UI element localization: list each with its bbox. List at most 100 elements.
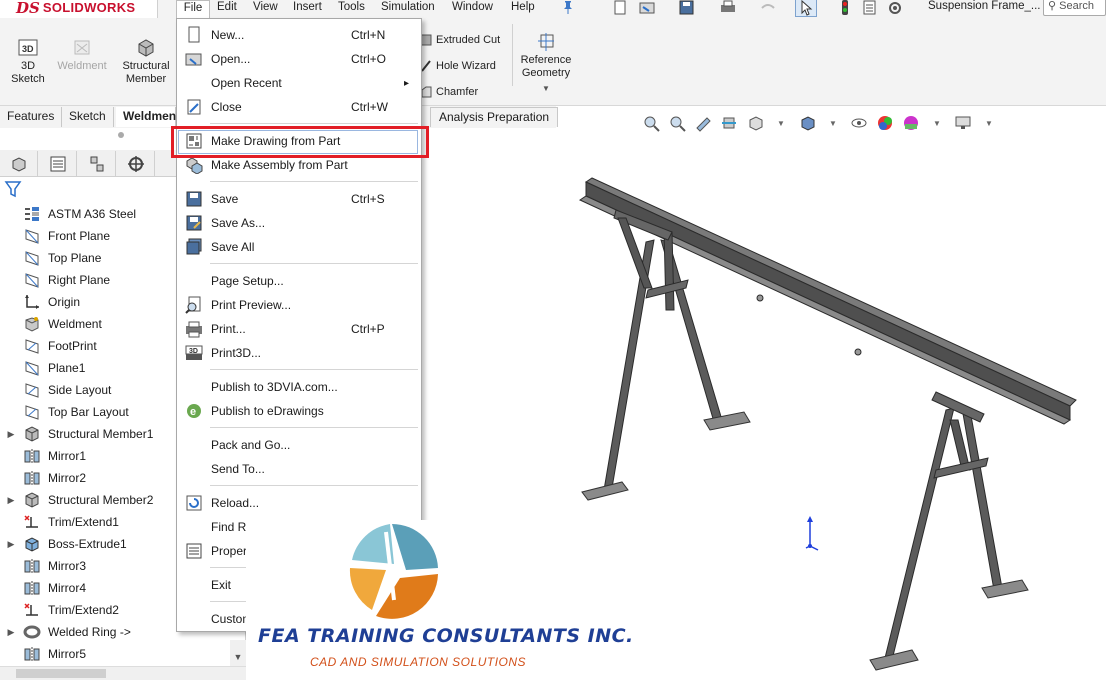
tree-item-label: Plane1: [48, 361, 86, 375]
menu-item-close[interactable]: Close Ctrl+W: [177, 95, 421, 119]
scroll-down-icon[interactable]: ▼: [230, 652, 246, 662]
menu-window[interactable]: Window: [447, 0, 498, 18]
extruded-cut-button[interactable]: Extruded Cut: [420, 30, 500, 50]
origin-icon: [22, 293, 42, 311]
chamfer-button[interactable]: Chamfer: [420, 82, 478, 102]
display-style-dropdown-icon[interactable]: ▼: [822, 113, 844, 133]
menu-item-pack-and-go[interactable]: Pack and Go...: [177, 433, 421, 457]
view-orientation-icon[interactable]: [744, 113, 766, 133]
apply-scene-icon[interactable]: [900, 113, 922, 133]
menu-item-publish-to-edrawings[interactable]: e Publish to eDrawings: [177, 399, 421, 423]
menu-icon-placeholder: [177, 607, 211, 631]
reference-geometry-button[interactable]: Reference Geometry ▼: [516, 32, 576, 95]
weldment-icon: [22, 315, 42, 333]
menu-item-print[interactable]: Print... Ctrl+P: [177, 317, 421, 341]
undo-icon[interactable]: [758, 0, 778, 17]
menu-item-open-recent[interactable]: Open Recent ▸: [177, 71, 421, 95]
tree-item-label: Boss-Extrude1: [48, 537, 127, 551]
extruded-cut-label: Extruded Cut: [436, 34, 501, 46]
menu-item-open[interactable]: Open... Ctrl+O: [177, 47, 421, 71]
open-document-icon[interactable]: [638, 0, 658, 17]
select-cursor-icon[interactable]: [795, 0, 817, 17]
tree-item-label: Welded Ring ->: [48, 625, 131, 639]
section-view-icon[interactable]: [718, 113, 740, 133]
menu-item-save[interactable]: Save Ctrl+S: [177, 187, 421, 211]
right-front-leg: [883, 407, 955, 663]
menu-item-save-as[interactable]: Save As...: [177, 211, 421, 235]
hole-wizard-button[interactable]: Hole Wizard: [420, 56, 496, 76]
tree-item-label: Mirror1: [48, 449, 86, 463]
menu-item-reload[interactable]: Reload...: [177, 491, 421, 515]
3d-sketch-button[interactable]: 3D 3D Sketch: [6, 38, 50, 86]
save-icon: [177, 187, 211, 211]
file-properties-icon[interactable]: [862, 0, 878, 17]
menu-icon-placeholder: [177, 433, 211, 457]
edit-appearance-icon[interactable]: [874, 113, 896, 133]
dimxpert-tab-icon[interactable]: [117, 151, 155, 176]
chamfer-label: Chamfer: [436, 86, 479, 98]
save-toolbar-icon[interactable]: [678, 0, 696, 17]
reference-geometry-dropdown-icon[interactable]: ▼: [516, 82, 576, 95]
previous-view-icon[interactable]: [692, 113, 714, 133]
menu-simulation[interactable]: Simulation: [376, 0, 440, 18]
horizontal-scrollbar[interactable]: [0, 666, 246, 680]
zoom-to-fit-icon[interactable]: [640, 113, 662, 133]
weldment-button[interactable]: Weldment: [52, 38, 112, 73]
menu-item-label: New...: [211, 28, 245, 42]
horizontal-scroll-thumb[interactable]: [16, 669, 106, 678]
tab-sketch[interactable]: Sketch: [62, 107, 114, 127]
property-manager-tab-icon[interactable]: [39, 151, 77, 176]
plane-icon: [22, 271, 42, 289]
panel-grip-icon[interactable]: [118, 132, 124, 138]
hide-show-items-icon[interactable]: [848, 113, 870, 133]
display-style-icon[interactable]: [796, 113, 818, 133]
tree-item[interactable]: Mirror5: [0, 643, 246, 665]
search-input[interactable]: ⚲ Search: [1043, 0, 1106, 16]
sketch-icon: [22, 381, 42, 399]
rebuild-icon[interactable]: [838, 0, 852, 17]
menu-item-new[interactable]: New... Ctrl+N: [177, 23, 421, 47]
tab-analysis-preparation[interactable]: Analysis Preparation: [430, 107, 559, 127]
menu-item-print3d[interactable]: 3D Print3D...: [177, 341, 421, 365]
pin-icon[interactable]: [562, 0, 574, 17]
structural-member-button[interactable]: Structural Member: [116, 38, 176, 86]
menu-item-page-setup[interactable]: Page Setup...: [177, 269, 421, 293]
tab-weldments[interactable]: Weldmen: [116, 107, 176, 127]
filter-icon[interactable]: [4, 180, 22, 201]
zoom-to-area-icon[interactable]: [666, 113, 688, 133]
menu-insert[interactable]: Insert: [288, 0, 327, 18]
expand-arrow-icon[interactable]: ▶: [0, 495, 22, 506]
menu-file[interactable]: File: [176, 0, 210, 18]
tab-features[interactable]: Features: [0, 107, 63, 127]
menu-item-send-to[interactable]: Send To...: [177, 457, 421, 481]
expand-arrow-icon[interactable]: ▶: [0, 627, 22, 638]
expand-arrow-icon[interactable]: ▶: [0, 539, 22, 550]
tree-item-label: Structural Member2: [48, 493, 154, 507]
apply-scene-dropdown-icon[interactable]: ▼: [926, 113, 948, 133]
menu-item-print-preview[interactable]: Print Preview...: [177, 293, 421, 317]
mirror-icon: [22, 557, 42, 575]
configuration-manager-tab-icon[interactable]: [78, 151, 116, 176]
feature-tree-tab-icon[interactable]: [0, 151, 38, 176]
solidworks-logo[interactable]: DS SOLIDWORKS: [0, 0, 158, 18]
view-settings-dropdown-icon[interactable]: ▼: [978, 113, 1000, 133]
options-gear-icon[interactable]: [887, 0, 903, 17]
expand-arrow-icon[interactable]: ▶: [0, 429, 22, 440]
menu-item-label: Print3D...: [211, 346, 262, 360]
structural-member-icon: [138, 39, 154, 57]
menu-view[interactable]: View: [248, 0, 283, 18]
view-settings-icon[interactable]: [952, 113, 974, 133]
tree-item-label: Mirror2: [48, 471, 86, 485]
graphics-area-model[interactable]: [556, 170, 1106, 680]
menu-separator: [210, 369, 418, 370]
menu-item-shortcut: Ctrl+W: [351, 100, 388, 114]
menu-help[interactable]: Help: [506, 0, 540, 18]
view-orientation-dropdown-icon[interactable]: ▼: [770, 113, 792, 133]
menu-item-publish-to-3dvia-com[interactable]: Publish to 3DVIA.com...: [177, 375, 421, 399]
menu-edit[interactable]: Edit: [212, 0, 242, 18]
new-document-icon[interactable]: [612, 0, 628, 17]
menu-tools[interactable]: Tools: [333, 0, 370, 18]
menu-item-save-all[interactable]: Save All: [177, 235, 421, 259]
menu-separator: [210, 485, 418, 486]
print-toolbar-icon[interactable]: [718, 0, 738, 17]
